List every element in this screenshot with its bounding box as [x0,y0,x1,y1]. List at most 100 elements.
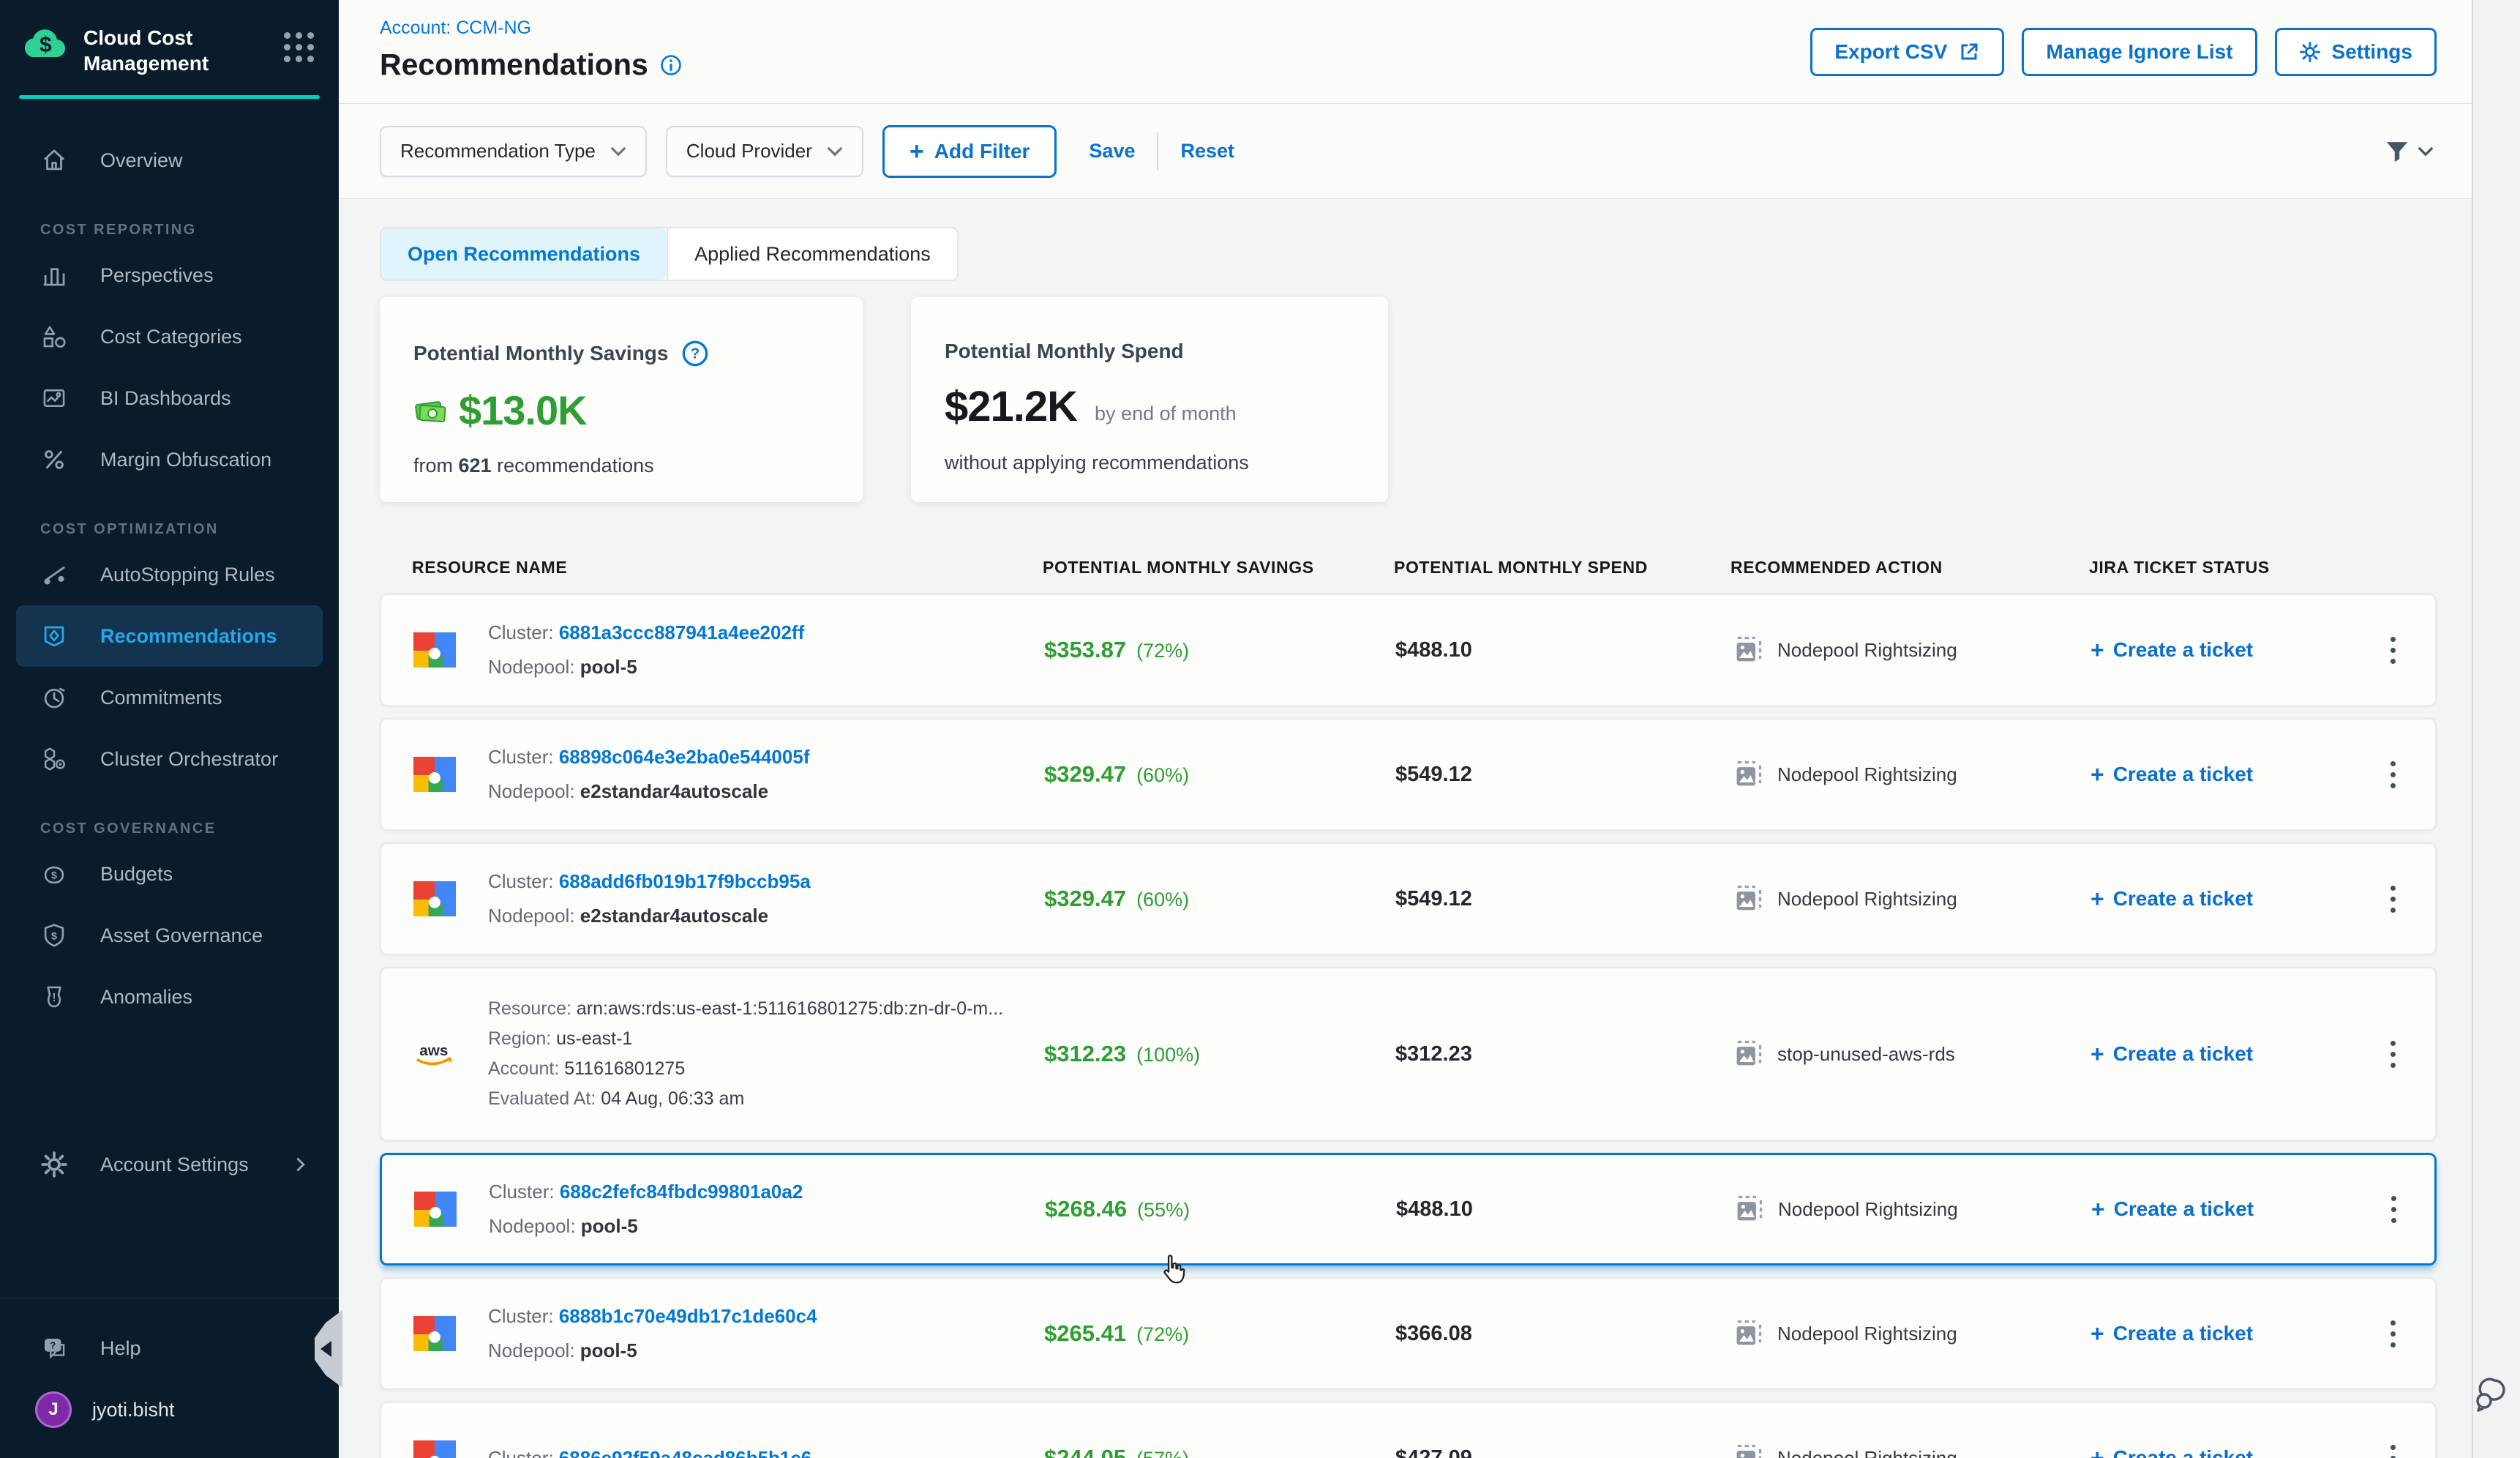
info-icon[interactable] [660,54,682,76]
sidebar-item-budgets[interactable]: $ Budgets [0,843,339,905]
manage-ignore-list-button[interactable]: Manage Ignore List [2022,28,2257,76]
create-ticket-link[interactable]: +Create a ticket [2090,1042,2383,1066]
action-label: Nodepool Rightsizing [1777,888,1957,911]
create-ticket-link[interactable]: +Create a ticket [2090,1446,2383,1458]
create-ticket-link[interactable]: +Create a ticket [2090,638,2383,662]
cluster-link[interactable]: 688add6fb019b17f9bccb95a [559,870,811,892]
settings-button[interactable]: Settings [2275,28,2437,76]
create-ticket-link[interactable]: +Create a ticket [2091,1197,2384,1221]
cluster-link[interactable]: 68898c064e3e2ba0e544005f [559,746,810,768]
action-label: Nodepool Rightsizing [1777,1323,1957,1345]
cluster-link[interactable]: 6888b1c70e49db17c1de60c4 [559,1305,817,1327]
savings-amount: $353.87 [1044,637,1126,663]
filter-bar: Recommendation Type Cloud Provider + Add… [339,104,2472,199]
plus-icon: + [910,139,924,164]
sidebar-header: $ Cloud Cost Management [0,0,339,76]
sidebar-item-label: Asset Governance [100,924,263,947]
add-filter-button[interactable]: + Add Filter [882,125,1057,178]
sidebar-item-label: Commitments [100,687,222,709]
sidebar-item-cluster-orchestrator[interactable]: Cluster Orchestrator [0,728,339,790]
sidebar-item-label: Recommendations [100,625,277,648]
sidebar-item-bi-dashboards[interactable]: BI Dashboards [0,367,339,429]
user-menu[interactable]: J jyoti.bisht [0,1379,339,1440]
breadcrumb-account[interactable]: Account: CCM-NG [380,18,531,38]
scrollbar-track[interactable] [2472,0,2520,1458]
sidebar-item-asset-governance[interactable]: $ Asset Governance [0,905,339,966]
sidebar-item-cost-categories[interactable]: Cost Categories [0,306,339,367]
spend-amount: $312.23 [1395,1042,1472,1066]
reset-filter-button[interactable]: Reset [1180,140,1234,162]
table-row-selected[interactable]: Cluster: 688c2fefc84fbdc99801a0a2 Nodepo… [380,1153,2437,1266]
row-menu-kebab-icon[interactable] [2383,1033,2403,1075]
table-row[interactable]: Cluster: 6888b1c70e49db17c1de60c4 Nodepo… [380,1277,2437,1390]
cloud-provider-dropdown[interactable]: Cloud Provider [666,126,863,177]
spend-amount: $549.12 [1395,763,1472,786]
saved-filters-menu[interactable] [2384,138,2434,165]
external-link-icon [1958,41,1980,63]
save-filter-button[interactable]: Save [1089,140,1135,162]
savings-percent: (55%) [1137,1199,1190,1222]
question-icon[interactable] [681,340,709,367]
chat-help-icon[interactable] [2472,1375,2510,1413]
aws-icon [413,1036,456,1072]
savings-percent: (60%) [1136,764,1189,787]
savings-value: $13.0K [459,386,587,434]
sidebar-item-help[interactable]: ? Help [0,1317,339,1379]
row-menu-kebab-icon[interactable] [2383,1313,2403,1355]
sidebar-item-perspectives[interactable]: Perspectives [0,244,339,306]
sidebar-item-overview[interactable]: Overview [0,130,339,191]
recommendation-type-dropdown[interactable]: Recommendation Type [380,126,647,177]
gcp-icon [413,1315,456,1352]
chevron-right-icon [293,1157,308,1172]
action-label: stop-unused-aws-rds [1777,1043,1955,1066]
table-row[interactable]: Cluster: 68898c064e3e2ba0e544005f Nodepo… [380,718,2437,831]
sidebar-item-anomalies[interactable]: ! Anomalies [0,966,339,1028]
cluster-link[interactable]: 6881a3ccc887941a4ee202ff [559,621,804,643]
sidebar-item-label: Perspectives [100,264,214,287]
col-jira-status: JIRA TICKET STATUS [2089,558,2382,577]
tab-open-recommendations[interactable]: Open Recommendations [381,228,667,280]
row-menu-kebab-icon[interactable] [2383,1438,2403,1458]
rightsizing-icon [1732,634,1764,666]
plus-icon: + [2090,763,2104,786]
row-menu-kebab-icon[interactable] [2384,1189,2404,1230]
anomaly-alert-icon: ! [40,983,68,1011]
section-cost-reporting: COST REPORTING [40,222,339,239]
cluster-link[interactable]: 688c2fefc84fbdc99801a0a2 [560,1181,803,1203]
potential-savings-card: Potential Monthly Savings $13.0K from 62… [380,297,863,502]
export-csv-button[interactable]: Export CSV [1810,28,2004,76]
main-area: Account: CCM-NG Recommendations Export C… [339,0,2472,1458]
create-ticket-link[interactable]: +Create a ticket [2090,887,2383,911]
tab-applied-recommendations[interactable]: Applied Recommendations [667,228,957,280]
sidebar-item-label: Overview [100,149,183,172]
create-ticket-link[interactable]: +Create a ticket [2090,1322,2383,1345]
cluster-link[interactable]: 6886e92f59a48cad86b5b1c6 [559,1447,812,1458]
sidebar-item-account-settings[interactable]: Account Settings [0,1134,339,1195]
dropdown-label: Recommendation Type [400,140,596,162]
table-row[interactable]: Cluster: 6886e92f59a48cad86b5b1c6 $244.0… [380,1402,2437,1458]
svg-text:$: $ [51,870,57,882]
savings-percent: (72%) [1136,1323,1189,1346]
table-row[interactable]: Resource: arn:aws:rds:us-east-1:51161680… [380,967,2437,1141]
row-menu-kebab-icon[interactable] [2383,629,2403,671]
funnel-filter-icon [2384,138,2410,165]
table-row[interactable]: Cluster: 688add6fb019b17f9bccb95a Nodepo… [380,842,2437,955]
sidebar-item-autostopping-rules[interactable]: AutoStopping Rules [0,544,339,605]
sidebar-item-margin-obfuscation[interactable]: Margin Obfuscation [0,429,339,490]
module-switcher-icon[interactable] [284,32,314,62]
sidebar-item-recommendations[interactable]: Recommendations [16,605,323,667]
table-row[interactable]: Cluster: 6881a3ccc887941a4ee202ff Nodepo… [380,594,2437,706]
row-menu-kebab-icon[interactable] [2383,878,2403,920]
stop-unused-icon [1732,1038,1764,1070]
create-ticket-link[interactable]: +Create a ticket [2090,763,2383,786]
gcp-icon [413,881,456,917]
spend-subtext: without applying recommendations [945,452,1354,474]
gcp-icon [413,1440,456,1458]
rightsizing-icon [1732,1442,1764,1458]
sidebar-item-commitments[interactable]: Commitments [0,667,339,728]
row-menu-kebab-icon[interactable] [2383,754,2403,796]
spend-amount: $549.12 [1395,887,1472,911]
sidebar-item-label: Budgets [100,863,173,886]
savings-amount: $244.05 [1044,1445,1126,1458]
savings-percent: (100%) [1136,1044,1200,1066]
